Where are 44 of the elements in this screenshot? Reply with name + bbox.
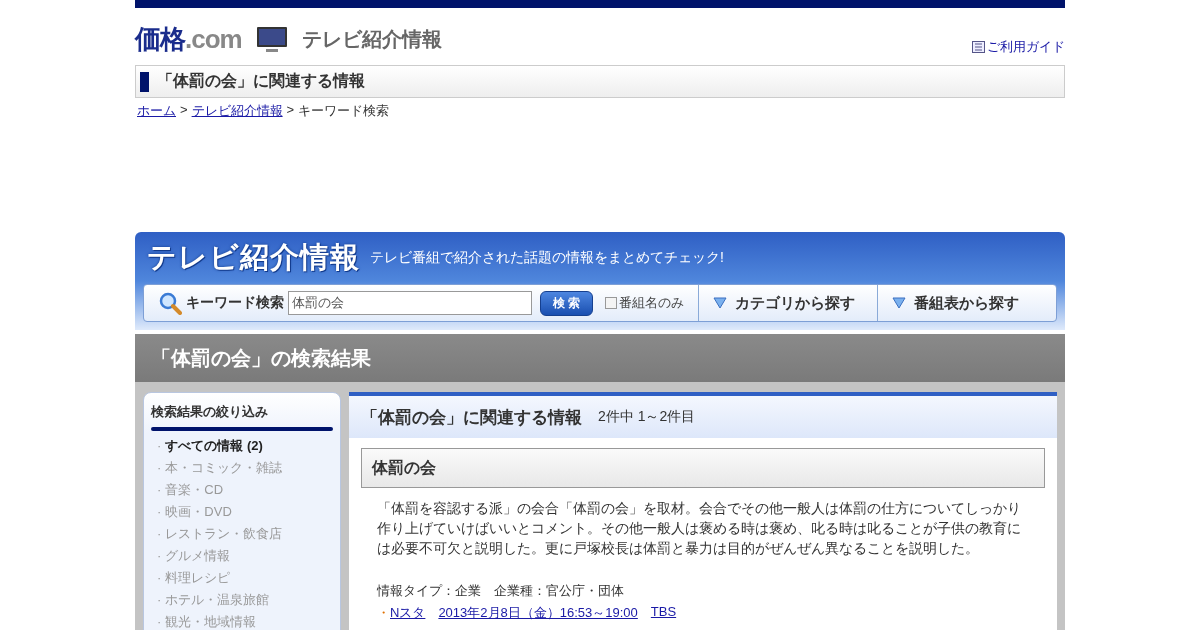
- bullet: ·: [157, 614, 162, 629]
- sidebar-item[interactable]: すべての情報 (2): [165, 438, 263, 453]
- entry-description: 「体罰を容認する派」の会合「体罰の会」を取材。会合でその他一般人は体罰の仕方についてしっかり作り上げていけばいいとコメント。その他一般人は褒める時は褒め、叱る時は叱ることが子供の教育には必要不可欠と説明した。更に戸塚校長は体罰と暴力は目的がぜんぜん異なることを説明した。: [377, 499, 1022, 558]
- triangle-icon: [892, 297, 906, 309]
- breadcrumb-separator: >: [180, 102, 188, 119]
- site-logo[interactable]: 価格.com: [135, 22, 242, 57]
- bullet: ·: [157, 504, 162, 519]
- tv-icon: [255, 25, 288, 54]
- banner-tagline: テレビ番組で紹介された話題の情報をまとめてチェック!: [370, 249, 724, 267]
- search-icon: [158, 291, 182, 315]
- results-title: 「体罰の会」の検索結果: [151, 345, 371, 371]
- section-title: テレビ紹介情報: [301, 27, 442, 52]
- banner-title: テレビ紹介情報: [147, 240, 360, 275]
- search-label: キーワード検索: [186, 294, 284, 312]
- page-title: 「体罰の会」に関連する情報: [157, 71, 365, 91]
- sidebar-title: 検索結果の絞り込み: [151, 403, 269, 421]
- entry-heading: 体罰の会: [372, 457, 436, 478]
- search-button[interactable]: 検 索: [540, 290, 594, 316]
- search-field[interactable]: 体罰の会: [288, 291, 532, 315]
- breadcrumb-link[interactable]: ホーム: [137, 102, 176, 120]
- program-link[interactable]: Nスタ: [390, 604, 426, 622]
- guide-link[interactable]: ご利用ガイド: [972, 38, 1065, 56]
- bullet: ·: [157, 592, 162, 607]
- schedule-button[interactable]: 番組表から探す: [878, 285, 1056, 321]
- document-icon: [972, 41, 985, 53]
- bullet: ·: [157, 548, 162, 563]
- bullet: ・: [377, 604, 390, 622]
- bullet: ·: [157, 570, 162, 585]
- entry-info: 情報タイプ：企業 企業種：官公庁・団体: [377, 582, 625, 600]
- bullet: ·: [157, 482, 162, 497]
- category-button[interactable]: カテゴリから探す: [699, 285, 878, 321]
- bullet: ·: [157, 460, 162, 475]
- result-count: 2件中 1～2件目: [598, 408, 696, 426]
- bullet: ·: [157, 526, 162, 541]
- title-marker: [140, 71, 149, 92]
- breadcrumb-link[interactable]: テレビ紹介情報: [191, 102, 283, 120]
- results-heading: 「体罰の会」に関連する情報: [361, 406, 582, 429]
- breadcrumb-separator: >: [286, 102, 295, 119]
- airtime-link[interactable]: 2013年2月8日（金）16:53～19:00: [438, 604, 638, 622]
- breadcrumb-current: キーワード検索: [298, 102, 390, 120]
- channel-link[interactable]: TBS: [650, 604, 677, 622]
- bullet: ·: [157, 438, 162, 453]
- triangle-icon: [713, 297, 727, 309]
- program-only-checkbox[interactable]: 番組名のみ: [605, 294, 685, 312]
